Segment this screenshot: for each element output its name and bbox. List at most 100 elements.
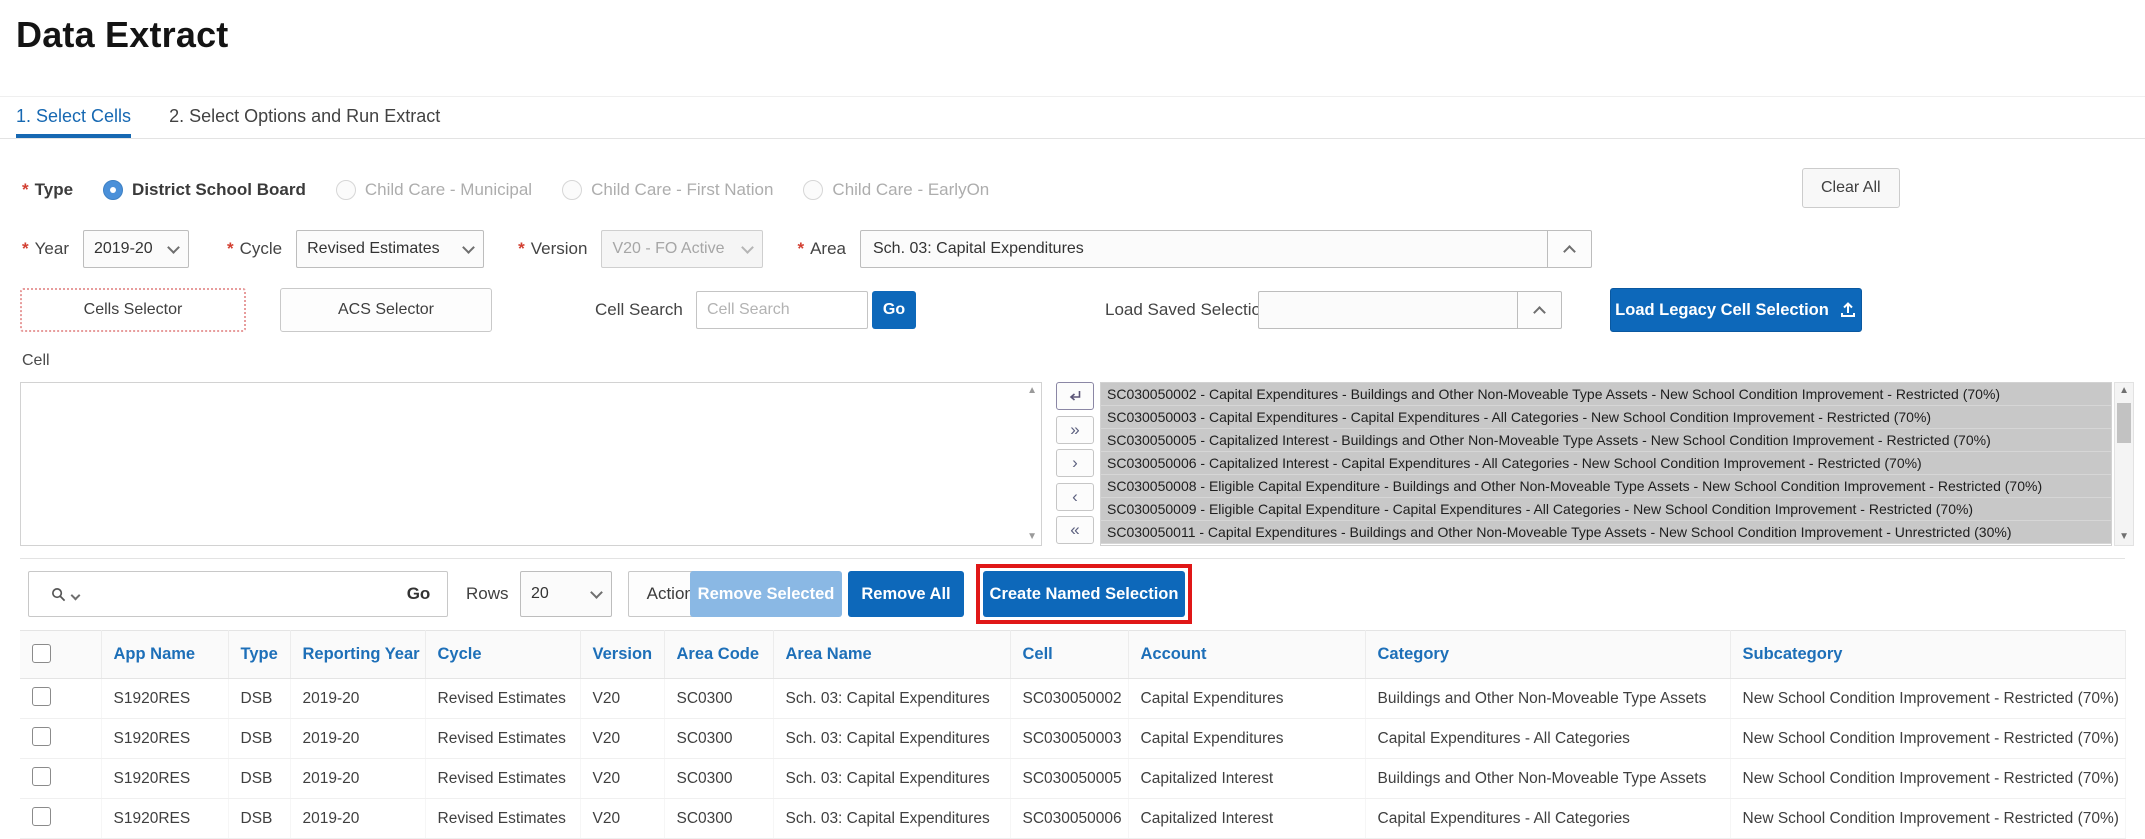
table-cell: Capital Expenditures (1128, 719, 1365, 759)
required-asterisk: * (22, 180, 29, 200)
table-cell: SC0300 (664, 759, 773, 799)
tab-select-options[interactable]: 2. Select Options and Run Extract (169, 97, 440, 138)
chevron-down-icon (590, 586, 603, 599)
chevron-down-icon (167, 241, 180, 254)
radio-child-care-first-nation[interactable]: Child Care - First Nation (562, 180, 773, 200)
saved-selection-collapse-button[interactable] (1518, 291, 1562, 329)
column-header[interactable]: Subcategory (1730, 631, 2125, 679)
scroll-up-icon[interactable]: ▲ (1027, 386, 1037, 396)
cycle-select[interactable]: Revised Estimates (296, 230, 484, 268)
table-cell: DSB (228, 759, 290, 799)
row-checkbox[interactable] (32, 767, 51, 786)
area-combobox[interactable]: Sch. 03: Capital Expenditures (860, 230, 1548, 268)
shuttle-reset-button[interactable] (1056, 382, 1094, 410)
table-row: S1920RESDSB2019-20Revised EstimatesV20SC… (20, 679, 2125, 719)
rows-select[interactable]: 20 (520, 571, 612, 617)
remove-all-button[interactable]: Remove All (848, 571, 964, 617)
table-row: S1920RESDSB2019-20Revised EstimatesV20SC… (20, 799, 2125, 839)
available-cells-list[interactable]: ▲ ▼ (20, 382, 1042, 546)
table-cell: V20 (580, 719, 664, 759)
cell-list-item[interactable]: SC030050009 - Eligible Capital Expenditu… (1101, 498, 2111, 521)
clear-all-button[interactable]: Clear All (1802, 168, 1900, 208)
table-cell: S1920RES (101, 679, 228, 719)
radio-district-school-board[interactable]: District School Board (103, 180, 306, 200)
table-cell: 2019-20 (290, 679, 425, 719)
row-checkbox[interactable] (32, 807, 51, 826)
cell-search-input[interactable] (696, 291, 868, 329)
column-header[interactable]: Cell (1010, 631, 1128, 679)
cell-list-item[interactable]: SC030050008 - Eligible Capital Expenditu… (1101, 475, 2111, 498)
scroll-up-icon[interactable]: ▲ (2119, 386, 2129, 396)
shuttle-controls: » › ‹ « (1056, 382, 1094, 550)
column-header[interactable]: Reporting Year (290, 631, 425, 679)
table-cell: Sch. 03: Capital Expenditures (773, 719, 1010, 759)
radio-unselected-icon (336, 180, 356, 200)
cells-selector-button[interactable]: Cells Selector (20, 288, 246, 332)
table-cell: DSB (228, 679, 290, 719)
cells-report-table: App NameTypeReporting YearCycleVersionAr… (20, 630, 2125, 839)
table-cell: Revised Estimates (425, 679, 580, 719)
cell-shuttle-label: Cell (22, 352, 50, 370)
table-cell: SC0300 (664, 679, 773, 719)
report-search-input[interactable] (101, 571, 391, 617)
table-cell: Capital Expenditures - All Categories (1365, 719, 1730, 759)
column-header[interactable]: Area Name (773, 631, 1010, 679)
filters-row: * Year 2019-20 * Cycle Revised Estimates… (22, 230, 1592, 268)
type-radio-group: * Type District School Board Child Care … (22, 172, 989, 208)
select-all-checkbox[interactable] (32, 644, 51, 663)
area-label: Area (810, 239, 846, 259)
table-cell: Capitalized Interest (1128, 759, 1365, 799)
chevron-up-icon (1563, 245, 1576, 258)
tab-bar: 1. Select Cells 2. Select Options and Ru… (0, 96, 2145, 139)
table-cell: S1920RES (101, 719, 228, 759)
column-header[interactable]: Version (580, 631, 664, 679)
type-label: Type (35, 180, 73, 200)
cell-list-item[interactable]: SC030050003 - Capital Expenditures - Cap… (1101, 406, 2111, 429)
selected-cells-list[interactable]: SC030050002 - Capital Expenditures - Bui… (1100, 382, 2112, 546)
required-asterisk: * (22, 239, 29, 259)
report-go-button[interactable]: Go (390, 571, 448, 617)
select-all-header (20, 631, 101, 679)
move-left-button[interactable]: ‹ (1056, 483, 1094, 511)
column-header[interactable]: Category (1365, 631, 1730, 679)
move-all-left-button[interactable]: « (1056, 516, 1094, 544)
column-header[interactable]: Cycle (425, 631, 580, 679)
table-cell: V20 (580, 759, 664, 799)
scrollbar-thumb[interactable] (2117, 403, 2131, 443)
column-header[interactable]: App Name (101, 631, 228, 679)
cell-list-item[interactable]: SC030050005 - Capitalized Interest - Bui… (1101, 429, 2111, 452)
search-options-button[interactable] (28, 571, 102, 617)
cell-list-item[interactable]: SC030050006 - Capitalized Interest - Cap… (1101, 452, 2111, 475)
radio-unselected-icon (562, 180, 582, 200)
radio-child-care-earlyon[interactable]: Child Care - EarlyOn (803, 180, 989, 200)
table-cell: Revised Estimates (425, 759, 580, 799)
table-cell: SC0300 (664, 719, 773, 759)
cell-list-item[interactable]: SC030050002 - Capital Expenditures - Bui… (1101, 383, 2111, 406)
column-header[interactable]: Account (1128, 631, 1365, 679)
table-cell: SC030050005 (1010, 759, 1128, 799)
radio-child-care-municipal[interactable]: Child Care - Municipal (336, 180, 532, 200)
cell-list-item[interactable]: SC030050011 - Capital Expenditures - Bui… (1101, 521, 2111, 544)
list-scrollbar[interactable]: ▲ ▼ (2114, 382, 2134, 546)
move-all-right-button[interactable]: » (1056, 416, 1094, 444)
scroll-down-icon[interactable]: ▼ (2119, 532, 2129, 542)
version-select: V20 - FO Active (601, 230, 763, 268)
table-cell: SC0300 (664, 799, 773, 839)
saved-selection-combobox[interactable] (1258, 291, 1518, 329)
row-checkbox[interactable] (32, 687, 51, 706)
area-collapse-button[interactable] (1548, 230, 1592, 268)
table-cell: Revised Estimates (425, 799, 580, 839)
table-cell: S1920RES (101, 759, 228, 799)
tab-select-cells[interactable]: 1. Select Cells (16, 97, 131, 138)
acs-selector-button[interactable]: ACS Selector (280, 288, 492, 332)
load-legacy-cell-selection-button[interactable]: Load Legacy Cell Selection (1610, 288, 1862, 332)
table-cell: Capital Expenditures - All Categories (1365, 799, 1730, 839)
column-header[interactable]: Type (228, 631, 290, 679)
row-checkbox[interactable] (32, 727, 51, 746)
cell-search-go-button[interactable]: Go (872, 291, 916, 329)
move-right-button[interactable]: › (1056, 449, 1094, 477)
column-header[interactable]: Area Code (664, 631, 773, 679)
scroll-down-icon[interactable]: ▼ (1027, 532, 1037, 542)
create-named-selection-button[interactable]: Create Named Selection (983, 571, 1185, 617)
year-select[interactable]: 2019-20 (83, 230, 189, 268)
